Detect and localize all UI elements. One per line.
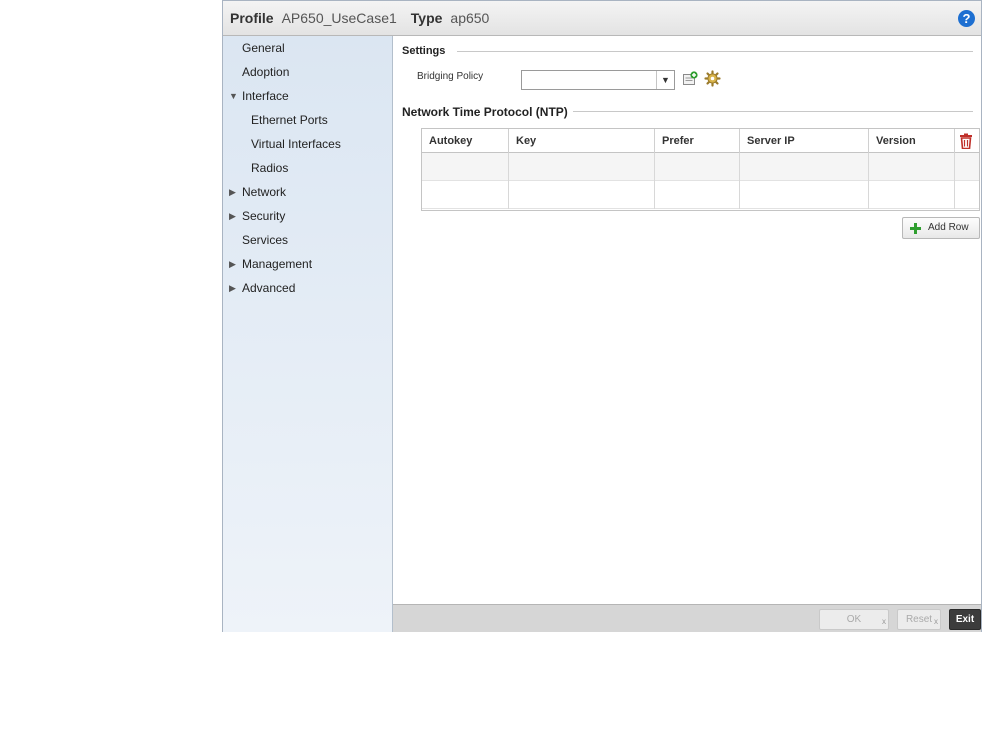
- gear-icon[interactable]: [704, 70, 721, 87]
- sidebar-item-management[interactable]: ▶ Management: [229, 255, 312, 273]
- expanded-arrow-icon: ▼: [229, 91, 238, 101]
- type-value: ap650: [450, 10, 490, 26]
- ntp-table: Autokey Key Prefer Server IP Version: [421, 128, 980, 211]
- table-row[interactable]: [422, 181, 979, 209]
- column-header-autokey[interactable]: Autokey: [422, 129, 509, 153]
- help-icon[interactable]: ?: [958, 10, 975, 27]
- collapsed-arrow-icon: ▶: [229, 187, 236, 197]
- profile-label: Profile: [230, 10, 274, 26]
- table-cell[interactable]: [869, 181, 955, 209]
- settings-divider: [457, 51, 973, 52]
- table-cell[interactable]: [422, 153, 509, 181]
- sidebar-item-radios[interactable]: Radios: [251, 159, 288, 177]
- sidebar-item-virtual-interfaces[interactable]: Virtual Interfaces: [251, 135, 341, 153]
- title-bar: Profile AP650_UseCase1 Type ap650 ?: [223, 1, 981, 36]
- collapsed-arrow-icon: ▶: [229, 283, 236, 293]
- table-cell[interactable]: [869, 153, 955, 181]
- create-policy-icon[interactable]: [683, 71, 698, 85]
- bridging-policy-label: Bridging Policy: [417, 71, 484, 82]
- sidebar-item-network[interactable]: ▶ Network: [229, 183, 286, 201]
- delete-icon[interactable]: [959, 133, 973, 149]
- reset-button[interactable]: Reset x: [897, 609, 941, 630]
- collapsed-arrow-icon: ▶: [229, 259, 236, 269]
- profile-window: Profile AP650_UseCase1 Type ap650 ? Gene…: [222, 0, 982, 632]
- sidebar-item-advanced[interactable]: ▶ Advanced: [229, 279, 295, 297]
- table-header: Autokey Key Prefer Server IP Version: [422, 129, 979, 153]
- table-row[interactable]: [422, 153, 979, 181]
- column-header-version[interactable]: Version: [869, 129, 955, 153]
- type-label: Type: [410, 10, 443, 26]
- collapsed-arrow-icon: ▶: [229, 211, 236, 221]
- add-row-button[interactable]: Add Row: [902, 217, 980, 239]
- plus-icon: [910, 223, 921, 234]
- table-cell[interactable]: [509, 153, 655, 181]
- profile-value: AP650_UseCase1: [281, 10, 397, 26]
- table-cell[interactable]: [422, 181, 509, 209]
- sidebar-item-general[interactable]: General: [242, 39, 285, 57]
- ntp-divider: [573, 111, 973, 112]
- table-cell[interactable]: [655, 181, 740, 209]
- column-header-key[interactable]: Key: [509, 129, 655, 153]
- column-header-server-ip[interactable]: Server IP: [740, 129, 869, 153]
- footer-bar: OK x Reset x Exit: [393, 604, 981, 632]
- sidebar-item-ethernet-ports[interactable]: Ethernet Ports: [251, 111, 328, 129]
- table-cell[interactable]: [509, 181, 655, 209]
- add-row-label: Add Row: [928, 222, 969, 233]
- chevron-down-icon[interactable]: ▼: [656, 71, 674, 89]
- column-header-prefer[interactable]: Prefer: [655, 129, 740, 153]
- sidebar-item-interface[interactable]: ▼ Interface: [229, 87, 289, 105]
- close-icon: x: [934, 617, 938, 626]
- close-icon: x: [882, 617, 886, 626]
- settings-section-title: Settings: [402, 45, 446, 57]
- ntp-section-title: Network Time Protocol (NTP): [402, 105, 568, 119]
- bridging-policy-select[interactable]: ▼: [521, 70, 675, 90]
- sidebar-item-services[interactable]: Services: [242, 231, 288, 249]
- table-cell[interactable]: [740, 181, 869, 209]
- sidebar-item-security[interactable]: ▶ Security: [229, 207, 285, 225]
- table-cell[interactable]: [740, 153, 869, 181]
- table-cell[interactable]: [655, 153, 740, 181]
- exit-button[interactable]: Exit: [949, 609, 981, 630]
- sidebar-nav: General Adoption ▼ Interface Ethernet Po…: [223, 36, 393, 632]
- main-content: Settings Bridging Policy ▼ Network Time …: [393, 36, 981, 604]
- ok-button[interactable]: OK x: [819, 609, 889, 630]
- sidebar-item-adoption[interactable]: Adoption: [242, 63, 289, 81]
